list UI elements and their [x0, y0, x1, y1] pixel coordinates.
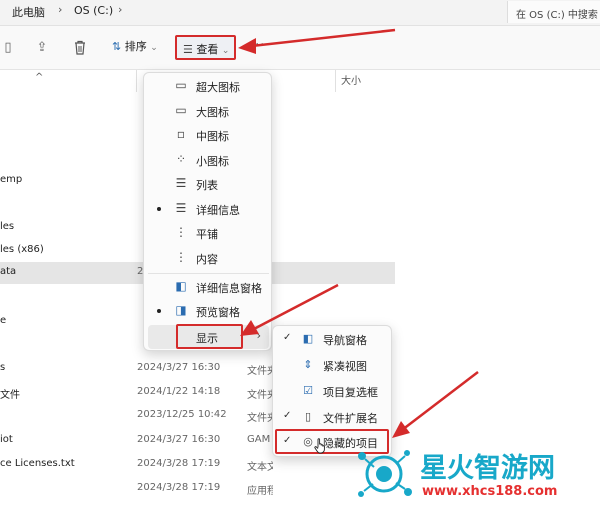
menu-item-extra-large-icons[interactable]: ▭ 超大图标	[148, 74, 269, 98]
column-header-size[interactable]: 大小	[341, 72, 361, 87]
file-date: 2024/3/28 17:19	[137, 458, 221, 469]
menu-item-show[interactable]: 显示 ›	[148, 324, 269, 349]
file-date: 2024/1/22 14:18	[137, 386, 221, 397]
chevron-right-icon[interactable]: ›	[118, 3, 122, 16]
small-icons-grid-icon: ⁘	[175, 152, 187, 166]
submenu-item-navigation-pane[interactable]: ✓ ◧ 导航窗格	[277, 327, 389, 351]
menu-item-small-icons[interactable]: ⁘ 小图标	[148, 148, 269, 172]
monitor-icon: ▭	[175, 78, 187, 92]
file-date: 2024/3/27 16:30	[137, 362, 221, 373]
column-divider[interactable]	[136, 70, 137, 92]
file-date: 2024/3/28 17:19	[137, 482, 221, 493]
more-options-button[interactable]: ···	[250, 38, 265, 53]
delete-icon[interactable]	[72, 40, 88, 56]
list-icon: ☰	[175, 176, 187, 190]
rename-icon[interactable]: ▯	[0, 40, 16, 56]
view-icon: ☰	[183, 43, 193, 56]
file-type: 文件夹	[247, 413, 273, 424]
menu-item-tiles[interactable]: ⋮ 平铺	[148, 221, 269, 245]
menu-item-details[interactable]: ☰ 详细信息	[148, 197, 269, 221]
file-name: s	[0, 362, 6, 373]
view-menu: ▭ 超大图标 ▭ 大图标 ▫ 中图标 ⁘ 小图标 ☰ 列表 ☰ 详细信息 ⋮ 平…	[143, 72, 272, 351]
menu-item-large-icons[interactable]: ▭ 大图标	[148, 99, 269, 123]
file-type: 文件夹	[247, 390, 273, 401]
view-button[interactable]: ☰ 查看 ⌄	[175, 35, 236, 60]
file-name: iot	[0, 434, 13, 445]
details-icon: ☰	[175, 201, 187, 215]
file-name: emp	[0, 174, 23, 185]
file-row[interactable]: ce Licenses.txt 2024/3/28 17:19 文本文档	[0, 454, 395, 476]
file-name: e	[0, 315, 7, 326]
file-type: 应用程序	[247, 486, 273, 497]
file-name: ata	[0, 266, 17, 277]
breadcrumb-this-pc[interactable]: 此电脑	[12, 4, 45, 20]
file-type: 文本文档	[247, 462, 273, 473]
share-icon[interactable]: ⇪	[34, 40, 50, 56]
search-input[interactable]: 在 OS (C:) 中搜索	[507, 1, 600, 23]
details-pane-icon: ◧	[175, 279, 187, 293]
sort-icon: ⇅	[112, 40, 122, 53]
check-icon: ✓	[283, 332, 292, 343]
menu-divider	[148, 273, 269, 274]
show-label: 显示	[196, 332, 218, 345]
monitor-icon: ▭	[175, 103, 187, 117]
file-date: 2023/12/25 10:42	[137, 409, 227, 420]
file-row[interactable]: 2024/3/28 17:19 应用程序	[0, 478, 395, 500]
checkbox-icon: ☑	[303, 384, 313, 397]
file-extension-icon: ▯	[304, 410, 312, 423]
compact-view-icon: ⇕	[303, 358, 313, 371]
menu-item-list[interactable]: ☰ 列表	[148, 172, 269, 196]
selected-dot-icon	[157, 309, 161, 313]
selected-dot-icon	[157, 207, 161, 211]
chevron-down-icon: ⌄	[150, 43, 158, 53]
file-name: les (x86)	[0, 244, 44, 255]
watermark-url: www.xhcs188.com	[422, 484, 558, 499]
file-name: ce Licenses.txt	[0, 458, 75, 469]
submenu-item-compact-view[interactable]: ⇕ 紧凑视图	[277, 353, 389, 377]
content-icon: ⋮	[175, 250, 187, 264]
chevron-right-icon: ›	[58, 3, 63, 16]
check-icon: ✓	[283, 410, 292, 421]
menu-item-content[interactable]: ⋮ 内容	[148, 246, 269, 270]
view-label: 查看	[196, 43, 219, 56]
hidden-items-icon: ◎	[303, 435, 313, 448]
address-bar[interactable]: 此电脑 › OS (C:) › 在 OS (C:) 中搜索	[0, 0, 600, 26]
submenu-item-file-extensions[interactable]: ✓ ▯ 文件扩展名	[277, 405, 389, 429]
menu-item-medium-icons[interactable]: ▫ 中图标	[148, 123, 269, 147]
chevron-down-icon: ⌄	[221, 46, 230, 56]
sort-caret-icon: ^	[35, 72, 44, 83]
show-submenu: ✓ ◧ 导航窗格 ⇕ 紧凑视图 ☑ 项目复选框 ✓ ▯ 文件扩展名 ✓ ◎ 隐藏…	[272, 325, 392, 457]
file-type: 文件夹	[247, 366, 273, 377]
preview-pane-icon: ◨	[175, 303, 187, 317]
breadcrumb-drive-c[interactable]: OS (C:)	[74, 4, 113, 17]
file-type: GAM	[247, 434, 271, 445]
watermark: 星火智游网 www.xhcs188.com	[352, 444, 600, 505]
sort-label: 排序	[124, 40, 147, 53]
hand-cursor-icon	[314, 438, 325, 454]
command-bar: ▯ ⇪ ⇅ 排序 ⌄ ☰ 查看 ⌄ ···	[0, 26, 600, 70]
file-name: 文件	[0, 390, 20, 401]
navigation-pane-icon: ◧	[302, 332, 314, 345]
watermark-title: 星火智游网	[420, 453, 555, 484]
check-icon: ✓	[283, 435, 292, 446]
chevron-right-icon: ›	[256, 329, 261, 342]
menu-item-preview-pane[interactable]: ◨ 预览窗格	[148, 299, 269, 323]
monitor-small-icon: ▫	[176, 127, 186, 141]
submenu-item-item-checkboxes[interactable]: ☑ 项目复选框	[277, 379, 389, 403]
watermark-logo-icon	[358, 450, 412, 497]
column-divider[interactable]	[335, 70, 336, 92]
sort-button[interactable]: ⇅ 排序 ⌄	[112, 38, 158, 58]
menu-item-details-pane[interactable]: ◧ 详细信息窗格	[148, 275, 269, 299]
file-name: les	[0, 221, 15, 232]
tiles-icon: ⋮	[175, 225, 187, 239]
file-date: 2024/3/27 16:30	[137, 434, 221, 445]
